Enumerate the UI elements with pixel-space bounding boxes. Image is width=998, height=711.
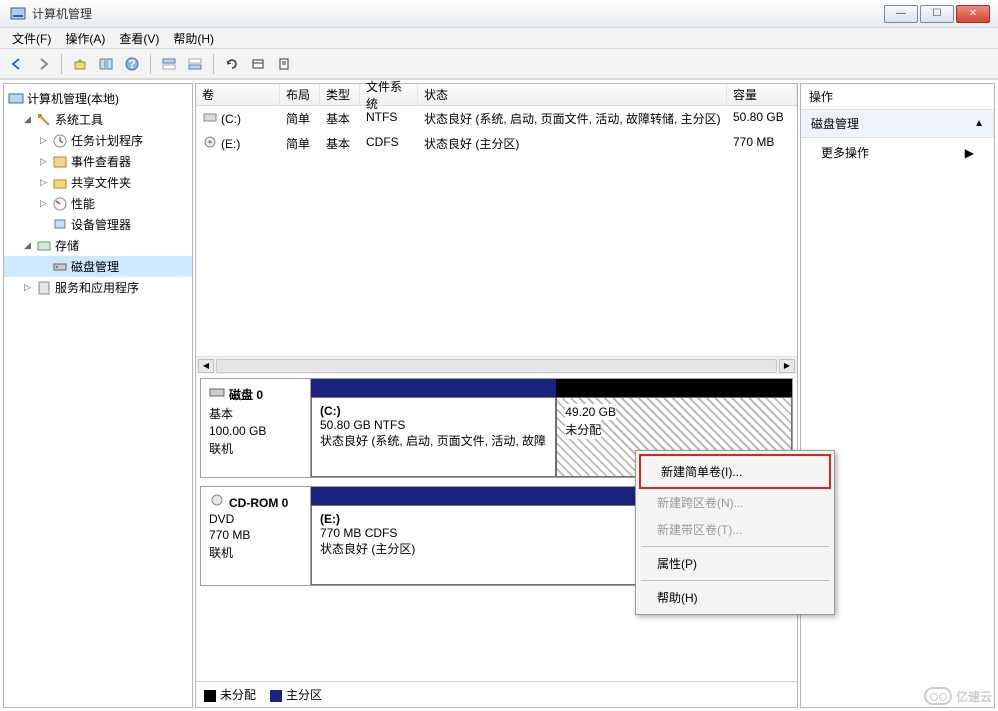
- menu-help[interactable]: 帮助(H): [167, 28, 220, 49]
- tree-system-tools[interactable]: ◢ 系统工具: [4, 109, 192, 130]
- tree-disk-management[interactable]: 磁盘管理: [4, 256, 192, 277]
- watermark: 亿速云: [924, 687, 992, 705]
- tree-storage[interactable]: ◢ 存储: [4, 235, 192, 256]
- event-icon: [52, 154, 68, 170]
- actions-header: 操作: [801, 84, 994, 110]
- window-controls: — ☐ ✕: [884, 5, 994, 23]
- menu-action[interactable]: 操作(A): [59, 28, 111, 49]
- disk-info[interactable]: 磁盘 0 基本 100.00 GB 联机: [201, 379, 311, 477]
- actions-more[interactable]: 更多操作 ▶: [801, 138, 994, 167]
- chevron-right-icon: ▶: [965, 146, 974, 160]
- ctx-new-spanned-volume: 新建跨区卷(N)...: [639, 489, 831, 516]
- help-button[interactable]: ?: [121, 53, 143, 75]
- menu-file[interactable]: 文件(F): [6, 28, 57, 49]
- watermark-icon: [924, 687, 952, 705]
- minimize-button[interactable]: —: [884, 5, 918, 23]
- legend: 未分配 主分区: [196, 681, 797, 707]
- menu-view[interactable]: 查看(V): [113, 28, 165, 49]
- disk-icon: [52, 259, 68, 275]
- computer-icon: [8, 91, 24, 107]
- services-icon: [36, 280, 52, 296]
- ctx-properties[interactable]: 属性(P): [639, 550, 831, 577]
- titlebar: 计算机管理 — ☐ ✕: [0, 0, 998, 28]
- up-button[interactable]: [69, 53, 91, 75]
- window-title: 计算机管理: [32, 5, 884, 22]
- context-menu: 新建简单卷(I)... 新建跨区卷(N)... 新建带区卷(T)... 属性(P…: [635, 450, 835, 615]
- expand-icon[interactable]: ▷: [38, 135, 49, 146]
- col-status[interactable]: 状态: [418, 84, 727, 105]
- volume-row[interactable]: (E:) 简单 基本 CDFS 状态良好 (主分区) 770 MB: [196, 131, 797, 156]
- volume-row[interactable]: (C:) 简单 基本 NTFS 状态良好 (系统, 启动, 页面文件, 活动, …: [196, 106, 797, 131]
- horizontal-scrollbar[interactable]: ◀ ▶: [196, 356, 797, 374]
- tree-root[interactable]: 计算机管理(本地): [4, 88, 192, 109]
- volume-list-header: 卷 布局 类型 文件系统 状态 容量: [196, 84, 797, 106]
- tree-shared-folders[interactable]: ▷ 共享文件夹: [4, 172, 192, 193]
- toolbar: ?: [0, 49, 998, 79]
- svg-text:?: ?: [128, 57, 135, 71]
- scroll-right-icon[interactable]: ▶: [779, 359, 795, 373]
- view-top-button[interactable]: [158, 53, 180, 75]
- device-icon: [52, 217, 68, 233]
- close-button[interactable]: ✕: [956, 5, 990, 23]
- view-bottom-button[interactable]: [184, 53, 206, 75]
- tree-event-viewer[interactable]: ▷ 事件查看器: [4, 151, 192, 172]
- col-layout[interactable]: 布局: [280, 84, 320, 105]
- expand-icon[interactable]: ▷: [38, 198, 49, 209]
- cdrom-icon: [202, 135, 218, 149]
- tree-device-manager[interactable]: 设备管理器: [4, 214, 192, 235]
- drive-icon: [202, 110, 218, 124]
- tree-performance[interactable]: ▷ 性能: [4, 193, 192, 214]
- main-area: 计算机管理(本地) ◢ 系统工具 ▷ 任务计划程序 ▷ 事件查看器 ▷ 共享文件…: [0, 79, 998, 711]
- collapse-icon[interactable]: ◢: [22, 240, 33, 251]
- back-button[interactable]: [6, 53, 28, 75]
- disk-info[interactable]: CD-ROM 0 DVD 770 MB 联机: [201, 487, 311, 585]
- legend-primary: 主分区: [270, 686, 322, 703]
- separator: [641, 546, 829, 547]
- scroll-thumb[interactable]: [216, 359, 777, 373]
- expand-icon[interactable]: ▷: [38, 177, 49, 188]
- tree-services-apps[interactable]: ▷ 服务和应用程序: [4, 277, 192, 298]
- cdrom-icon: [209, 496, 225, 510]
- performance-icon: [52, 196, 68, 212]
- tree-pane: 计算机管理(本地) ◢ 系统工具 ▷ 任务计划程序 ▷ 事件查看器 ▷ 共享文件…: [3, 83, 193, 708]
- scroll-left-icon[interactable]: ◀: [198, 359, 214, 373]
- menubar: 文件(F) 操作(A) 查看(V) 帮助(H): [0, 28, 998, 49]
- ctx-help[interactable]: 帮助(H): [639, 584, 831, 611]
- col-filesystem[interactable]: 文件系统: [360, 84, 418, 105]
- app-icon: [10, 6, 26, 22]
- col-volume[interactable]: 卷: [196, 84, 280, 105]
- separator: [641, 580, 829, 581]
- ctx-new-striped-volume: 新建带区卷(T)...: [639, 516, 831, 543]
- settings-button[interactable]: [247, 53, 269, 75]
- ctx-new-simple-volume[interactable]: 新建简单卷(I)...: [643, 458, 827, 485]
- properties-button[interactable]: [273, 53, 295, 75]
- clock-icon: [52, 133, 68, 149]
- maximize-button[interactable]: ☐: [920, 5, 954, 23]
- collapse-icon[interactable]: ◢: [22, 114, 33, 125]
- legend-unallocated: 未分配: [204, 686, 256, 703]
- partition-c[interactable]: (C:) 50.80 GB NTFS 状态良好 (系统, 启动, 页面文件, 活…: [311, 397, 556, 477]
- storage-icon: [36, 238, 52, 254]
- expand-icon[interactable]: ▷: [22, 282, 33, 293]
- col-type[interactable]: 类型: [320, 84, 360, 105]
- expand-icon[interactable]: ▷: [38, 156, 49, 167]
- tree-task-scheduler[interactable]: ▷ 任务计划程序: [4, 130, 192, 151]
- tools-icon: [36, 112, 52, 128]
- folder-icon: [52, 175, 68, 191]
- actions-category[interactable]: 磁盘管理 ▲: [801, 110, 994, 138]
- collapse-icon: ▲: [974, 118, 984, 129]
- view-panes-button[interactable]: [95, 53, 117, 75]
- volume-list: (C:) 简单 基本 NTFS 状态良好 (系统, 启动, 页面文件, 活动, …: [196, 106, 797, 356]
- forward-button[interactable]: [32, 53, 54, 75]
- refresh-button[interactable]: [221, 53, 243, 75]
- col-capacity[interactable]: 容量: [727, 84, 797, 105]
- disk-icon: [209, 388, 225, 402]
